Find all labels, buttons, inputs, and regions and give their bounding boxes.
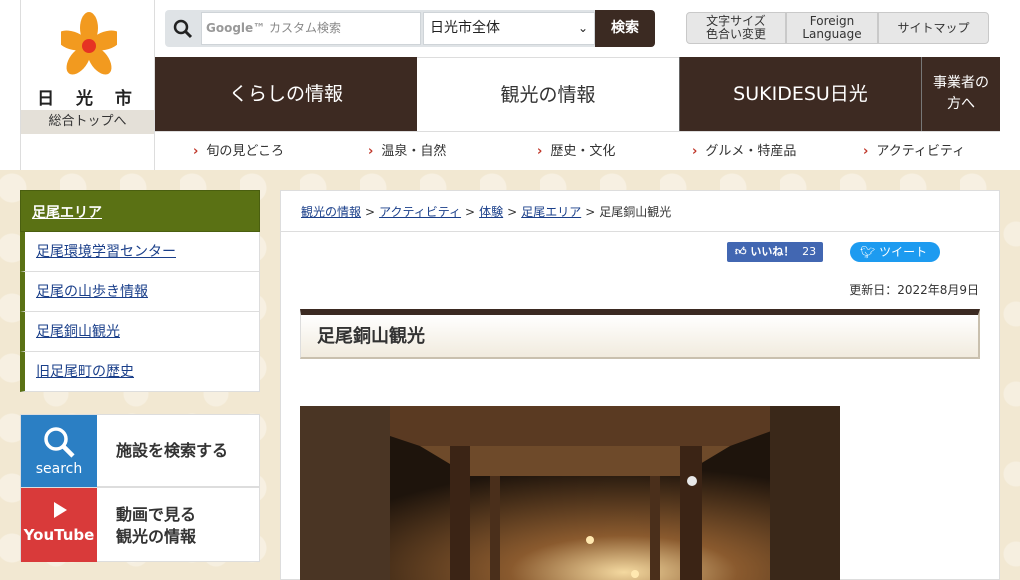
nav-business-label-1: 事業者の <box>933 75 989 91</box>
google-brand: Google™ <box>206 21 266 35</box>
nav-tourism[interactable]: 観光の情報 <box>417 57 679 131</box>
chevron-right-icon: › <box>692 144 698 159</box>
search-tile-text: search <box>35 461 83 477</box>
home-link[interactable]: 総合トップへ <box>20 110 155 134</box>
subnav-label: 旬の見どころ <box>206 144 284 159</box>
main-nav: くらしの情報 観光の情報 SUKIDESU日光 事業者の 方へ <box>155 57 1000 131</box>
chevron-right-icon: › <box>537 144 543 159</box>
play-icon <box>54 502 67 518</box>
breadcrumb-separator: > <box>465 205 476 219</box>
youtube-tile-text: YouTube <box>23 526 95 544</box>
chevron-right-icon: › <box>863 144 869 159</box>
tweet-button[interactable]: 🐦︎ ツイート <box>850 242 940 262</box>
font-size-color-button[interactable]: 文字サイズ 色合い変更 <box>686 12 786 44</box>
breadcrumb: 観光の情報 > アクティビティ > 体験 > 足尾エリア > 足尾銅山観光 <box>301 203 671 220</box>
site-header: 日 光 市 総合トップへ Google™ カスタム検索 日光市全体 ⌄ 検索 文… <box>0 0 1020 170</box>
sidebar: 足尾エリア 足尾環境学習センター 足尾の山歩き情報 足尾銅山観光 旧足尾町の歴史 <box>20 190 260 392</box>
subnav-item-seasonal[interactable]: › 旬の見どころ <box>193 132 284 171</box>
chevron-right-icon: › <box>368 144 374 159</box>
search-icon <box>173 19 193 39</box>
breadcrumb-current: 足尾銅山観光 <box>599 205 672 219</box>
youtube-banner[interactable]: YouTube 動画で見る 観光の情報 <box>20 487 260 562</box>
subnav-label: アクティビティ <box>876 144 966 159</box>
font-size-label-2: 色合い変更 <box>705 27 766 41</box>
subnav-label: グルメ・特産品 <box>705 144 797 159</box>
nav-sukidesu[interactable]: SUKIDESU日光 <box>679 57 921 131</box>
youtube-label-1: 動画で見る <box>116 505 197 524</box>
subnav-item-activity[interactable]: › アクティビティ <box>863 132 965 171</box>
sidebar-item-env-center[interactable]: 足尾環境学習センター <box>20 232 260 272</box>
search-bar: Google™ カスタム検索 日光市全体 ⌄ 検索 <box>165 10 655 47</box>
page-title: 足尾銅山観光 <box>317 326 425 347</box>
breadcrumb-link-tourism[interactable]: 観光の情報 <box>301 205 361 219</box>
thumbs-up-icon: 👍︎ <box>735 245 751 258</box>
twitter-bird-icon: 🐦︎ <box>860 245 880 259</box>
subnav-label: 歴史・文化 <box>550 144 616 159</box>
search-scope-select[interactable]: 日光市全体 ⌄ <box>423 12 595 45</box>
sidebar-heading[interactable]: 足尾エリア <box>20 190 260 232</box>
page-title-box: 足尾銅山観光 <box>300 309 980 359</box>
main-content: 観光の情報 > アクティビティ > 体験 > 足尾エリア > 足尾銅山観光 👍︎ いいね！ 23… <box>280 190 1000 580</box>
mine-tunnel-photo <box>300 406 840 580</box>
chevron-right-icon: › <box>193 144 199 159</box>
sidebar-item-town-history[interactable]: 旧足尾町の歴史 <box>20 352 260 392</box>
search-input[interactable]: Google™ カスタム検索 <box>201 12 421 45</box>
updated-date: 更新日：2022年8月9日 <box>849 283 979 297</box>
subnav-label: 温泉・自然 <box>381 144 447 159</box>
tweet-label: ツイート <box>879 245 928 259</box>
sidebar-item-copper-mine[interactable]: 足尾銅山観光 <box>20 312 260 352</box>
nav-business[interactable]: 事業者の 方へ <box>921 57 1000 131</box>
logo-spacer <box>20 134 155 170</box>
foreign-label-2: Language <box>802 27 862 41</box>
breadcrumb-separator: > <box>507 205 518 219</box>
city-emblem-icon <box>61 12 117 75</box>
facebook-like-button[interactable]: 👍︎ いいね！ 23 <box>727 242 823 262</box>
search-tile: search <box>21 415 97 487</box>
breadcrumb-separator: > <box>585 205 596 219</box>
facility-search-label: 施設を検索する <box>116 441 229 460</box>
search-placeholder: カスタム検索 <box>269 21 342 35</box>
breadcrumb-link-experience[interactable]: 体験 <box>479 205 503 219</box>
sub-nav: › 旬の見どころ › 温泉・自然 › 歴史・文化 › グルメ・特産品 › アクティビティ <box>155 131 1000 170</box>
like-count: 23 <box>802 245 817 258</box>
youtube-label-2: 観光の情報 <box>116 527 197 546</box>
breadcrumb-separator: > <box>365 205 376 219</box>
subnav-item-onsen[interactable]: › 温泉・自然 <box>368 132 446 171</box>
breadcrumb-link-ashio[interactable]: 足尾エリア <box>521 205 581 219</box>
breadcrumb-divider <box>281 231 999 232</box>
chevron-down-icon: ⌄ <box>577 21 588 35</box>
youtube-label: 動画で見る 観光の情報 <box>116 504 196 548</box>
nav-living[interactable]: くらしの情報 <box>155 57 417 131</box>
facility-search-banner[interactable]: search 施設を検索する <box>20 414 260 487</box>
search-scope-value: 日光市全体 <box>430 20 500 36</box>
magnifier-icon <box>44 427 75 458</box>
subnav-item-gourmet[interactable]: › グルメ・特産品 <box>692 132 796 171</box>
sidebar-item-hiking[interactable]: 足尾の山歩き情報 <box>20 272 260 312</box>
subnav-item-history[interactable]: › 歴史・文化 <box>537 132 615 171</box>
mine-tunnel-image <box>300 406 840 580</box>
city-name: 日 光 市 <box>37 89 140 109</box>
nav-business-label-2: 方へ <box>947 96 975 112</box>
breadcrumb-link-activity[interactable]: アクティビティ <box>379 205 461 219</box>
like-label: いいね！ <box>750 245 795 258</box>
foreign-language-button[interactable]: Foreign Language <box>786 12 878 44</box>
sitemap-button[interactable]: サイトマップ <box>878 12 989 44</box>
search-button[interactable]: 検索 <box>595 10 655 47</box>
youtube-tile: YouTube <box>21 488 97 562</box>
